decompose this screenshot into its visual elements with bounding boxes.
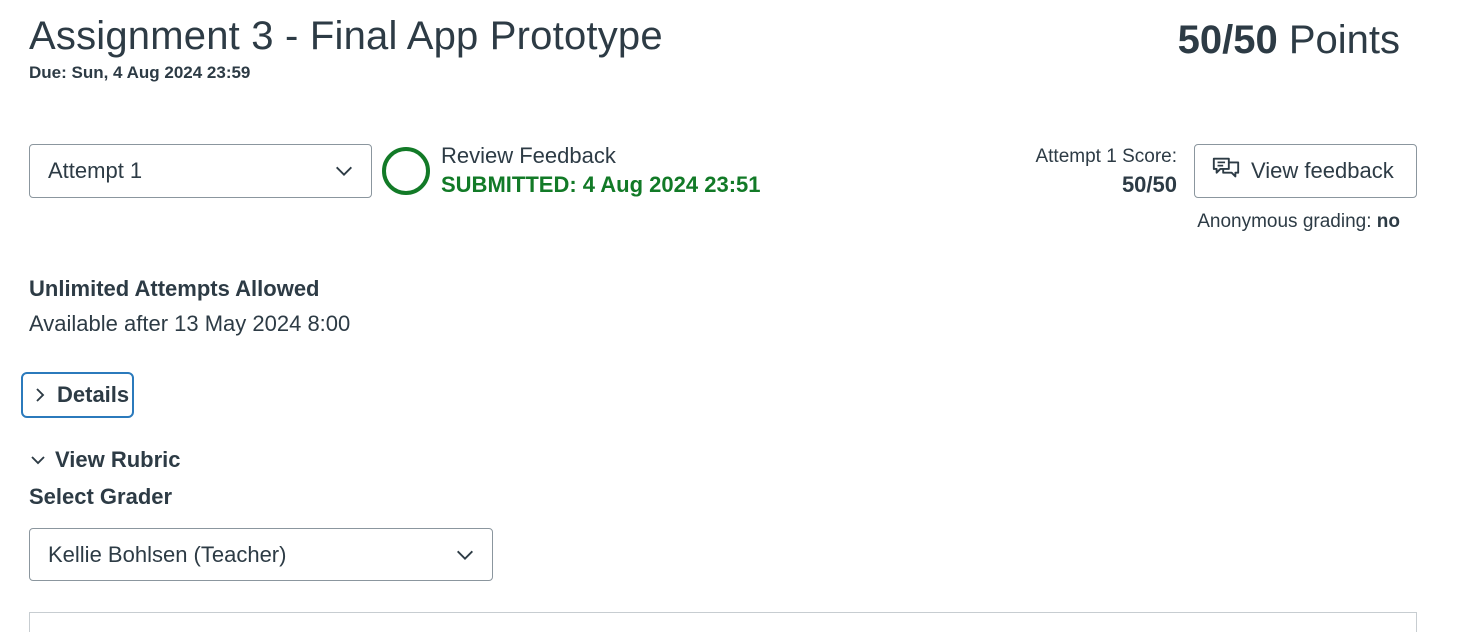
points-total: 50/50 Points [1178,18,1400,63]
attempts-allowed: Unlimited Attempts Allowed [29,276,320,301]
details-toggle-button[interactable]: Details [21,372,134,418]
points-score: 50/50 [1177,18,1278,62]
chevron-down-icon [333,160,355,182]
anonymous-grading-value: no [1376,211,1400,232]
view-rubric-label: View Rubric [55,447,181,472]
chevron-down-icon [454,544,476,566]
attempt-score-value: 50/50 [1121,172,1177,197]
review-feedback-label: Review Feedback [441,143,616,168]
anonymous-grading-label: Anonymous grading: [1197,211,1372,232]
view-feedback-button[interactable]: View feedback [1194,144,1417,198]
attempt-select-value: Attempt 1 [48,158,143,183]
status-circle-icon [381,146,431,196]
grader-select[interactable]: Kellie Bohlsen (Teacher) [29,528,493,581]
view-rubric-toggle[interactable]: View Rubric [29,447,181,473]
feedback-speech-bubbles-icon [1211,153,1241,189]
select-grader-label: Select Grader [29,484,173,509]
submitted-status: SUBMITTED: 4 Aug 2024 23:51 [441,172,761,197]
attempt-select[interactable]: Attempt 1 [29,144,372,198]
chevron-down-icon [29,451,47,469]
details-label: Details [57,382,130,407]
grader-select-value: Kellie Bohlsen (Teacher) [48,541,287,567]
points-label: Points [1288,18,1400,62]
due-date: Due: Sun, 4 Aug 2024 23:59 [29,63,251,82]
assignment-title: Assignment 3 - Final App Prototype [29,14,663,58]
availability: Available after 13 May 2024 8:00 [29,311,351,336]
attempt-score-label: Attempt 1 Score: [1035,146,1177,167]
rubric-panel [29,612,1417,632]
chevron-right-icon [31,386,49,404]
view-feedback-label: View feedback [1251,158,1394,183]
anonymous-grading: Anonymous grading: no [1197,211,1400,233]
